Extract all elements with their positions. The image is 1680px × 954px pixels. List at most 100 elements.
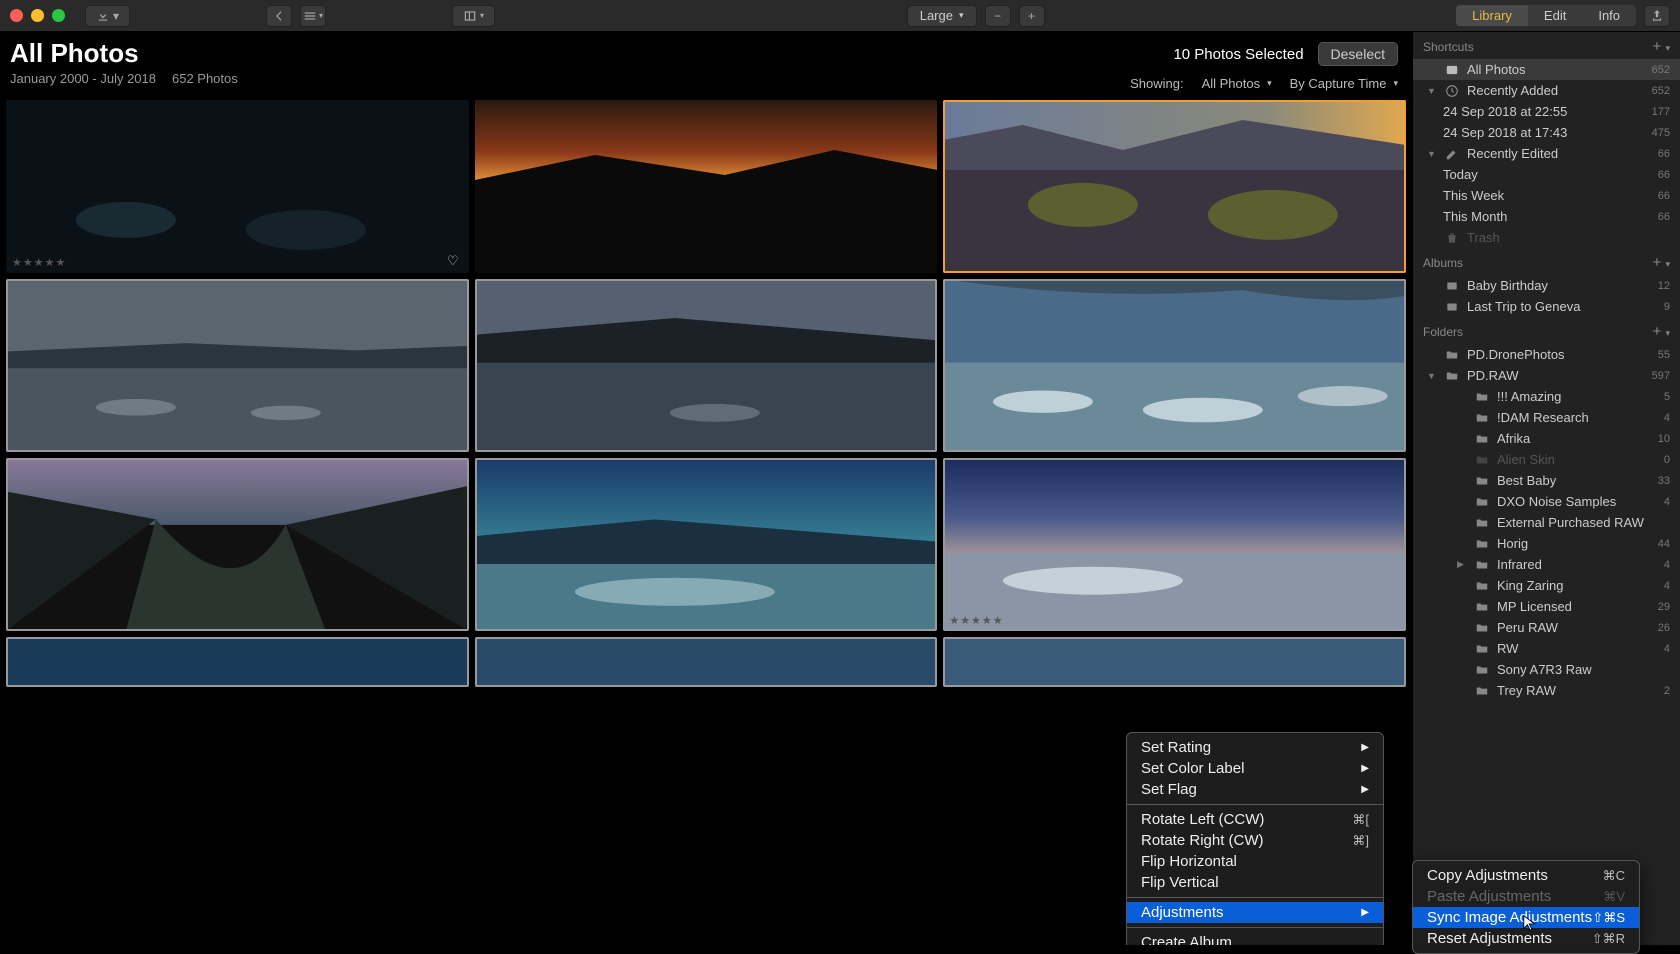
photo-thumbnail[interactable]: [475, 279, 938, 452]
sidebar-item-subfolder[interactable]: DXO Noise Samples4: [1413, 491, 1680, 512]
share-icon: [1650, 9, 1664, 23]
sidebar-item-subfolder[interactable]: Sony A7R3 Raw: [1413, 659, 1680, 680]
landscape-placeholder: [943, 458, 1406, 631]
ctx-adjustments[interactable]: Adjustments▶: [1127, 902, 1383, 923]
photo-thumbnail[interactable]: [943, 279, 1406, 452]
submenu-paste-adjustments: Paste Adjustments⌘V: [1413, 886, 1639, 907]
photo-thumbnail[interactable]: [943, 637, 1406, 687]
sidebar-item-subfolder[interactable]: Best Baby33: [1413, 470, 1680, 491]
ctx-rotate-right[interactable]: Rotate Right (CW)⌘]: [1127, 830, 1383, 851]
sidebar-item-subfolder[interactable]: Horig44: [1413, 533, 1680, 554]
sidebar-item-subfolder[interactable]: !DAM Research4: [1413, 407, 1680, 428]
sidebar-item-subfolder[interactable]: MP Licensed29: [1413, 596, 1680, 617]
photo-thumbnail[interactable]: [6, 279, 469, 452]
rating-stars: ★★★★★: [12, 256, 66, 269]
back-button[interactable]: [266, 5, 292, 27]
sidebar-item-date-2[interactable]: 24 Sep 2018 at 17:43475: [1413, 122, 1680, 143]
sort-filter[interactable]: By Capture Time▾: [1290, 76, 1398, 91]
photo-thumbnail[interactable]: [6, 458, 469, 631]
submenu-copy-adjustments[interactable]: Copy Adjustments⌘C: [1413, 865, 1639, 886]
sidebar-item-subfolder[interactable]: ▶Infrared4: [1413, 554, 1680, 575]
ctx-set-rating[interactable]: Set Rating▶: [1127, 737, 1383, 758]
sidebar-item-folder[interactable]: ▼ PD.RAW597: [1413, 365, 1680, 386]
sidebar-item-trash[interactable]: Trash: [1413, 227, 1680, 248]
import-button[interactable]: ▾: [85, 5, 130, 27]
photos-icon: [1445, 63, 1459, 77]
sidebar-item-subfolder[interactable]: Peru RAW26: [1413, 617, 1680, 638]
folder-icon: [1445, 369, 1459, 383]
photo-thumbnail[interactable]: [475, 637, 938, 687]
ctx-set-flag[interactable]: Set Flag▶: [1127, 779, 1383, 800]
add-album-button[interactable]: + ▾: [1653, 254, 1670, 271]
sidebar-item-album[interactable]: Baby Birthday12: [1413, 275, 1680, 296]
rating-stars: ★★★★★: [949, 614, 1003, 627]
photo-grid: ★★★★★ ♡: [0, 94, 1412, 693]
folder-icon: [1475, 663, 1489, 677]
folder-icon: [1445, 348, 1459, 362]
ctx-flip-vertical[interactable]: Flip Vertical: [1127, 872, 1383, 893]
submenu-reset-adjustments[interactable]: Reset Adjustments⇧⌘R: [1413, 928, 1639, 949]
sidebar-item-today[interactable]: Today66: [1413, 164, 1680, 185]
deselect-button[interactable]: Deselect: [1318, 42, 1398, 66]
tab-edit[interactable]: Edit: [1528, 5, 1582, 26]
sidebar-item-subfolder[interactable]: RW4: [1413, 638, 1680, 659]
add-shortcut-button[interactable]: + ▾: [1653, 38, 1670, 55]
sidebar-item-subfolder[interactable]: !!! Amazing5: [1413, 386, 1680, 407]
landscape-placeholder: [6, 637, 469, 687]
close-window-button[interactable]: [10, 9, 23, 22]
folder-icon: [1475, 432, 1489, 446]
sidebar-item-recently-edited[interactable]: ▼ Recently Edited66: [1413, 143, 1680, 164]
sidebar-item-this-week[interactable]: This Week66: [1413, 185, 1680, 206]
sidebar-icon: [463, 9, 477, 23]
tab-info[interactable]: Info: [1582, 5, 1636, 26]
share-button[interactable]: [1644, 5, 1670, 27]
photo-thumbnail[interactable]: ★★★★★ ♡: [6, 100, 469, 273]
minimize-window-button[interactable]: [31, 9, 44, 22]
sidebar-item-recently-added[interactable]: ▼ Recently Added652: [1413, 80, 1680, 101]
sidebar-item-subfolder[interactable]: King Zaring4: [1413, 575, 1680, 596]
sidebar-item-subfolder[interactable]: Alien Skin0: [1413, 449, 1680, 470]
folder-icon: [1475, 390, 1489, 404]
zoom-in-button[interactable]: +: [1019, 5, 1045, 27]
landscape-placeholder: [6, 458, 469, 631]
sidebar: Shortcuts + ▾ All Photos652 ▼ Recently A…: [1412, 32, 1680, 945]
sidebar-item-date-1[interactable]: 24 Sep 2018 at 22:55177: [1413, 101, 1680, 122]
ctx-flip-horizontal[interactable]: Flip Horizontal: [1127, 851, 1383, 872]
photo-thumbnail[interactable]: [475, 100, 938, 273]
photo-thumbnail[interactable]: ★★★★★: [943, 458, 1406, 631]
ctx-create-album[interactable]: Create Album: [1127, 932, 1383, 945]
sidebar-item-this-month[interactable]: This Month66: [1413, 206, 1680, 227]
sidebar-item-album[interactable]: Last Trip to Geneva9: [1413, 296, 1680, 317]
favorite-icon[interactable]: ♡: [447, 253, 459, 269]
sidebar-item-subfolder[interactable]: External Purchased RAW: [1413, 512, 1680, 533]
size-label: Large: [920, 8, 953, 23]
zoom-out-button[interactable]: −: [985, 5, 1011, 27]
date-range: January 2000 - July 2018: [10, 71, 156, 86]
photo-thumbnail[interactable]: [943, 100, 1406, 273]
sidebar-item-folder[interactable]: PD.DronePhotos55: [1413, 344, 1680, 365]
photo-thumbnail[interactable]: [475, 458, 938, 631]
photo-thumbnail[interactable]: [6, 637, 469, 687]
showing-label: Showing:: [1130, 76, 1183, 91]
landscape-placeholder: [475, 100, 938, 273]
content-area: All Photos January 2000 - July 2018 652 …: [0, 32, 1412, 945]
tab-library[interactable]: Library: [1456, 5, 1528, 26]
fullscreen-window-button[interactable]: [52, 9, 65, 22]
add-folder-button[interactable]: + ▾: [1653, 323, 1670, 340]
folder-icon: [1475, 537, 1489, 551]
layout-toggle-button[interactable]: ▾: [452, 5, 495, 27]
sidebar-item-all-photos[interactable]: All Photos652: [1413, 59, 1680, 80]
landscape-placeholder: [943, 637, 1406, 687]
sidebar-item-subfolder[interactable]: Trey RAW2: [1413, 680, 1680, 701]
sidebar-item-subfolder[interactable]: Afrika10: [1413, 428, 1680, 449]
toolbar: ▾ ▾ ▾ Large ▾ − + Library Edit Info: [0, 0, 1680, 32]
sidebar-section-albums: Albums + ▾: [1413, 248, 1680, 275]
showing-filter[interactable]: All Photos▾: [1202, 76, 1272, 91]
thumbnail-size-selector[interactable]: Large ▾: [907, 5, 977, 27]
ctx-rotate-left[interactable]: Rotate Left (CCW)⌘[: [1127, 809, 1383, 830]
window-controls: [10, 9, 65, 22]
ctx-set-color-label[interactable]: Set Color Label▶: [1127, 758, 1383, 779]
list-options-button[interactable]: ▾: [300, 5, 326, 27]
submenu-sync-adjustments[interactable]: Sync Image Adjustments⇧⌘S: [1413, 907, 1639, 928]
adjustments-submenu: Copy Adjustments⌘C Paste Adjustments⌘V S…: [1412, 860, 1640, 954]
